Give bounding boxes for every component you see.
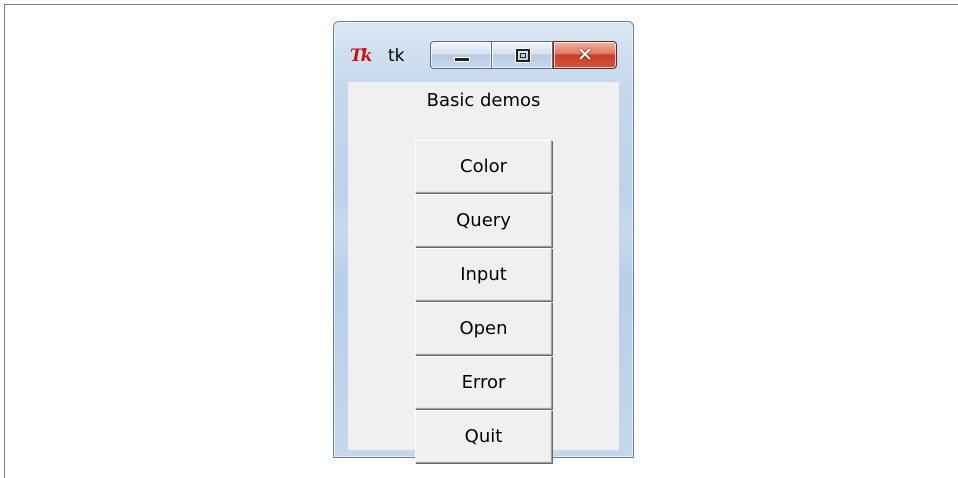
input-button[interactable]: Input	[415, 248, 552, 301]
color-button[interactable]: Color	[415, 140, 552, 193]
window-title: tk	[388, 46, 405, 66]
screen-frame-top	[4, 4, 958, 5]
open-button[interactable]: Open	[415, 302, 552, 355]
quit-button[interactable]: Quit	[415, 410, 552, 463]
title-bar[interactable]: Tk tk ✕	[334, 22, 633, 82]
query-button[interactable]: Query	[415, 194, 552, 247]
close-button[interactable]: ✕	[553, 41, 617, 69]
maximize-button[interactable]	[492, 41, 553, 69]
heading-label: Basic demos	[426, 90, 541, 111]
close-icon: ✕	[577, 44, 593, 66]
minimize-icon	[454, 57, 470, 62]
client-area: Basic demos Color Query Input Open Error…	[348, 82, 619, 463]
tk-window: Tk tk ✕ Basic demos Color Query Input Op…	[333, 21, 634, 463]
maximize-icon	[516, 49, 530, 62]
screen-frame-left	[4, 4, 5, 478]
tk-feather-icon: Tk	[350, 46, 372, 66]
error-button[interactable]: Error	[415, 356, 552, 409]
minimize-button[interactable]	[430, 41, 492, 69]
